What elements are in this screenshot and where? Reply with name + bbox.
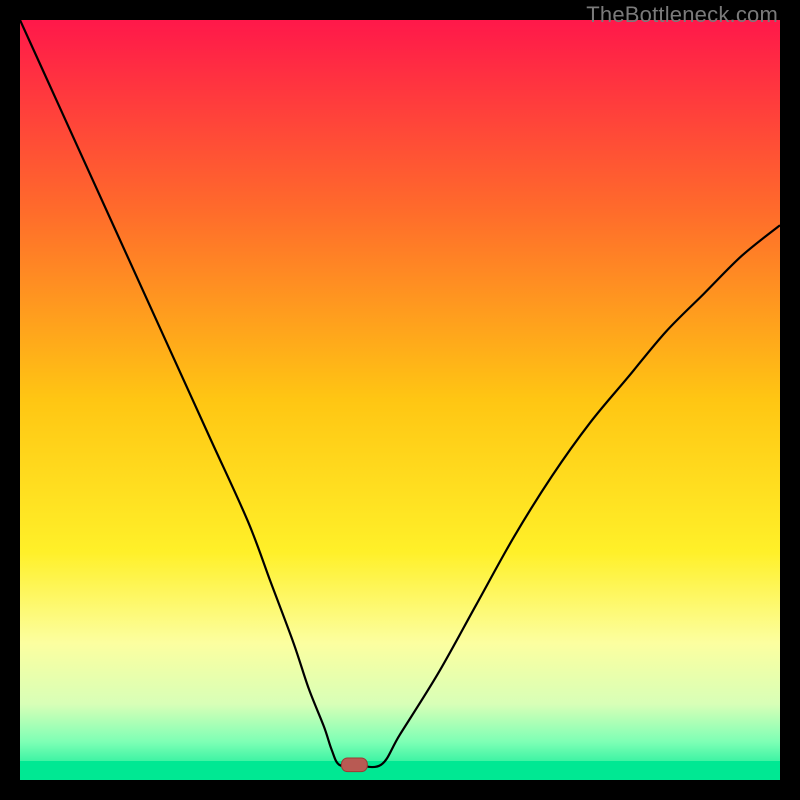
gradient-background	[20, 20, 780, 780]
optimal-point-marker	[341, 758, 367, 772]
green-base-band	[20, 761, 780, 780]
bottleneck-chart	[20, 20, 780, 780]
watermark-text: TheBottleneck.com	[586, 2, 778, 28]
chart-canvas: TheBottleneck.com	[0, 0, 800, 800]
plot-area	[20, 20, 780, 780]
